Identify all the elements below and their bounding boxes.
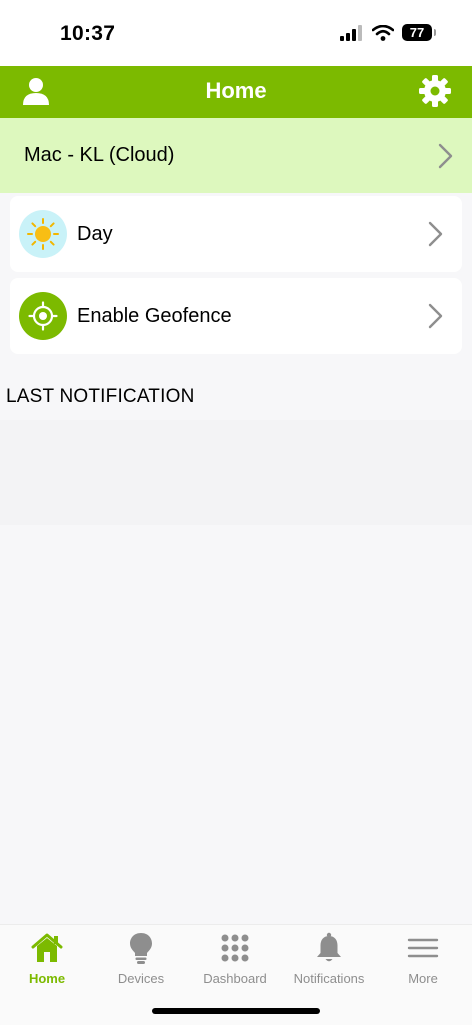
tab-devices[interactable]: Devices	[94, 931, 188, 986]
tab-label: Devices	[117, 971, 165, 986]
chevron-right-icon	[438, 143, 453, 169]
tab-label: Home	[28, 971, 66, 986]
menu-icon	[407, 938, 439, 958]
tab-more[interactable]: More	[376, 931, 470, 986]
section-title: LAST NOTIFICATION	[6, 386, 195, 407]
tab-label: Dashboard	[203, 971, 267, 986]
signal-icon	[340, 24, 362, 41]
battery-level: 77	[409, 25, 425, 40]
tab-notifications[interactable]: Notifications	[282, 931, 376, 986]
status-bar: 10:37 77	[0, 0, 472, 66]
status-time: 10:37	[60, 22, 116, 45]
notification-list	[0, 420, 472, 525]
mode-card-label: Day	[77, 223, 113, 245]
chevron-right-icon	[428, 221, 443, 247]
app-header: Home	[0, 66, 472, 118]
geofence-target-icon	[19, 292, 67, 340]
gear-icon[interactable]	[418, 74, 452, 108]
wifi-icon	[372, 24, 394, 41]
home-icon	[31, 933, 63, 962]
bell-icon	[317, 932, 341, 962]
location-selector[interactable]: Mac - KL (Cloud)	[0, 118, 472, 193]
mode-card-day[interactable]: Day	[10, 196, 462, 272]
tab-dashboard[interactable]: Dashboard	[188, 931, 282, 986]
sun-icon	[19, 210, 67, 258]
tab-home[interactable]: Home	[0, 931, 94, 986]
location-label: Mac - KL (Cloud)	[24, 144, 175, 166]
page-title: Home	[205, 78, 267, 103]
chevron-right-icon	[428, 303, 443, 329]
battery-indicator: 77	[402, 24, 436, 41]
home-indicator	[152, 1008, 320, 1014]
geofence-card[interactable]: Enable Geofence	[10, 278, 462, 354]
grid-icon	[221, 934, 249, 962]
tab-label: Notifications	[293, 971, 365, 986]
geofence-label: Enable Geofence	[77, 305, 232, 327]
status-icons: 77	[340, 24, 436, 41]
bulb-icon	[130, 933, 152, 964]
tab-label: More	[408, 971, 438, 986]
